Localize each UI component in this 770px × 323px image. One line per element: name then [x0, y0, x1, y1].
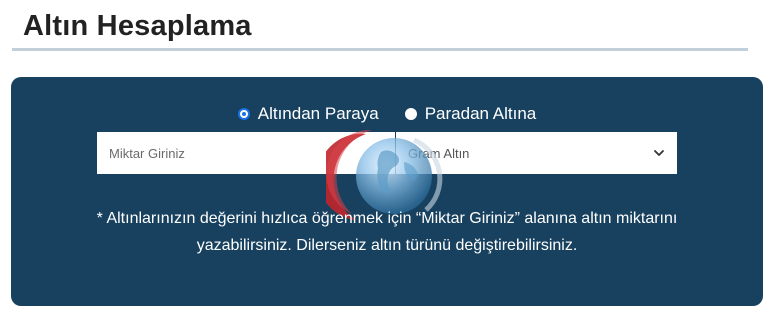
- conversion-mode-group: Altından Paraya Paradan Altına: [11, 103, 763, 125]
- gold-type-selected-value: Gram Altın: [408, 145, 470, 161]
- info-text: * Altınlarınızın değerini hızlıca öğrenm…: [51, 205, 723, 259]
- page: Altın Hesaplama Altından Paraya Paradan …: [0, 0, 770, 323]
- gold-calculator-panel: Altından Paraya Paradan Altına Gram Altı…: [11, 77, 763, 306]
- radio-gold-to-money[interactable]: Altından Paraya: [237, 104, 379, 124]
- info-text-line-2: yazabilirsiniz. Dilerseniz altın türünü …: [196, 237, 578, 254]
- radio-money-to-gold[interactable]: Paradan Altına: [404, 104, 537, 124]
- radio-unselected-icon[interactable]: [404, 108, 417, 120]
- info-text-line-1: * Altınlarınızın değerini hızlıca öğrenm…: [96, 210, 678, 227]
- title-divider: [12, 48, 748, 51]
- page-title: Altın Hesaplama: [23, 10, 252, 42]
- gold-type-select[interactable]: Gram Altın: [396, 132, 677, 174]
- radio-selected-icon[interactable]: [237, 108, 250, 120]
- radio-money-to-gold-label: Paradan Altına: [424, 104, 537, 123]
- amount-input[interactable]: [97, 132, 395, 174]
- radio-gold-to-money-label: Altından Paraya: [257, 104, 379, 123]
- chevron-down-icon[interactable]: [653, 147, 665, 159]
